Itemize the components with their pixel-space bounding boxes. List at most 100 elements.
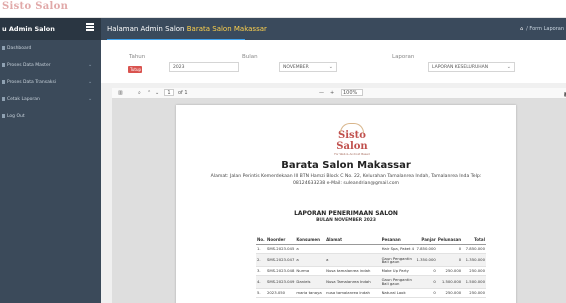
table-cell: maria tanaya: [295, 288, 326, 298]
chevron-down-icon: ⌄: [88, 79, 93, 85]
next-page-icon[interactable]: ⌄: [155, 90, 159, 96]
zoom-out-button[interactable]: —: [319, 90, 324, 96]
table-cell: 1.500.000: [436, 275, 463, 289]
dashboard-icon: [2, 46, 5, 50]
chevron-down-icon: ⌄: [506, 64, 511, 70]
col-total: Total: [462, 235, 486, 245]
laporan-select[interactable]: LAPORAN KESELURUHAN ⌄: [428, 62, 515, 72]
table-cell: 7.850.000: [415, 244, 437, 255]
tutup-button[interactable]: Tutup: [128, 66, 142, 73]
sidebar: u Admin Salon Dashboard Proses Data Mast…: [0, 18, 101, 303]
sidebar-toggle-icon[interactable]: ▥: [118, 90, 123, 96]
table-cell: a: [295, 253, 326, 267]
table-cell: Nusa tamalanrea indah: [325, 266, 381, 276]
table-row: 4. SMS.2023.049 Daniels Nusa Tamalanrea Ind…: [256, 275, 486, 289]
table-cell: 0: [415, 288, 437, 298]
report-subtitle: BULAN NOVEMBER 2023: [316, 218, 376, 223]
sidebar-title: u Admin Salon: [0, 18, 101, 40]
table-cell: 250.000: [462, 266, 486, 276]
transaction-icon: [2, 80, 5, 84]
table-cell: 2.: [256, 253, 266, 267]
table-cell: Natural Look: [380, 288, 416, 298]
report-address: Alamat: Jalan Perintis Kemerdekaan III B…: [210, 174, 482, 186]
report-salon-name: Barata Salon Makassar: [281, 160, 411, 171]
logout-icon: [2, 114, 5, 118]
zoom-select[interactable]: 100%: [341, 89, 363, 96]
pdf-viewer[interactable]: Sisto Salon For Web & Android Based Bara…: [112, 99, 566, 303]
brand-bar: Sisto Salon: [0, 0, 566, 18]
table-cell: SMS.2023.049: [265, 275, 296, 289]
table-cell: 4.: [256, 275, 266, 289]
filter-form: Tahun 2023 Bulan NOVEMBER ⌄ Laporan LAPOR…: [101, 40, 566, 83]
table-cell: nusa tamalanrea indah: [325, 288, 381, 298]
table-header-row: No. Noorder Konsumen Alamat Pesanan Panj…: [256, 235, 486, 245]
table-cell: 250.000: [436, 266, 463, 276]
tahun-label: Tahun: [129, 54, 146, 60]
sidebar-item-cetak-laporan[interactable]: Cetak Laporan ⌄: [0, 91, 101, 108]
table-cell: 0: [415, 266, 437, 276]
zoom-in-button[interactable]: +: [330, 90, 334, 96]
chevron-down-icon: ⌄: [88, 62, 93, 68]
breadcrumb: ⌂ / Form Laporan: [519, 26, 564, 32]
table-cell: Make Up Party: [380, 266, 416, 276]
page-number-input[interactable]: 1: [164, 89, 174, 96]
search-icon[interactable]: ⌕: [138, 90, 141, 96]
table-cell: 1.350.000: [462, 253, 486, 267]
table-cell: 1.: [256, 244, 266, 255]
prev-page-icon[interactable]: ⌃: [147, 90, 151, 96]
table-cell: Gaun Pengantin Bali gaun: [380, 253, 416, 267]
table-cell: 3.: [256, 266, 266, 276]
table-cell: Hair Spa, Paket 4: [380, 244, 416, 255]
database-icon: [2, 63, 5, 67]
table-cell: 1.500.000: [462, 275, 486, 289]
table-row: 3. SMS.2023.048 Nurma Nusa tamalanrea indah…: [256, 266, 486, 276]
tahun-input[interactable]: 2023: [169, 62, 239, 72]
col-pelunasan: Pelunasan: [436, 235, 463, 245]
report-title: LAPORAN PENERIMAAN SALON: [294, 210, 398, 217]
sidebar-item-data-master[interactable]: Proses Data Master ⌄: [0, 57, 101, 74]
pdf-toolbar: ▥ ⌕ ⌃ ⌄ 1 of 1 — + 100% I✎▣⎙▯: [112, 88, 566, 99]
table-cell: [325, 244, 381, 255]
col-pesanan: Pesanan: [380, 235, 416, 245]
table-cell: SMS.2023.045: [265, 244, 296, 255]
table-cell: Nurma: [295, 266, 326, 276]
col-panjar: Panjar: [415, 235, 437, 245]
home-icon[interactable]: ⌂: [520, 26, 523, 32]
brand-logo[interactable]: Sisto Salon: [2, 1, 68, 12]
table-cell: 0: [415, 275, 437, 289]
table-cell: 0: [436, 244, 463, 255]
col-noorder: Noorder: [265, 235, 296, 245]
chevron-down-icon: ⌄: [328, 64, 333, 70]
table-cell: Nusa Tamalanrea Indah: [325, 275, 381, 289]
col-alamat: Alamat: [325, 235, 381, 245]
page-title: Halaman Admin Salon Barata Salon Makassa…: [107, 25, 267, 33]
bulan-select[interactable]: NOVEMBER ⌄: [279, 62, 337, 72]
print-icon: [2, 97, 5, 101]
hamburger-menu-icon[interactable]: [86, 23, 94, 31]
table-cell: 250.000: [462, 288, 486, 298]
table-row: 1. SMS.2023.045 a Hair Spa, Paket 4 7.850.00…: [256, 244, 486, 255]
table-cell: 5.: [256, 288, 266, 298]
report-logo: Sisto Salon For Web & Android Based: [324, 123, 380, 156]
table-cell: a: [295, 244, 326, 255]
page-header: Halaman Admin Salon Barata Salon Makassa…: [101, 18, 566, 40]
table-cell: a: [325, 253, 381, 267]
table-cell: 0: [436, 253, 463, 267]
table-cell: 1.350.000: [415, 253, 437, 267]
report-table: No. Noorder Konsumen Alamat Pesanan Panj…: [256, 235, 486, 298]
page-total: of 1: [178, 90, 188, 96]
table-cell: 2023.050: [265, 288, 296, 298]
table-row: 5. 2023.050 maria tanaya nusa tamalanrea in…: [256, 288, 486, 298]
table-cell: 7.850.000: [462, 244, 486, 255]
sidebar-item-dashboard[interactable]: Dashboard: [0, 40, 101, 57]
chevron-down-icon: ⌄: [88, 96, 93, 102]
sidebar-item-logout[interactable]: Log Out: [0, 108, 101, 125]
table-cell: Daniels: [295, 275, 326, 289]
pdf-page: Sisto Salon For Web & Android Based Bara…: [176, 105, 516, 303]
table-cell: 250.000: [436, 288, 463, 298]
laporan-label: Laporan: [392, 54, 415, 60]
table-cell: SMS.2023.047: [265, 253, 296, 267]
sidebar-item-data-transaksi[interactable]: Proses Data Transaksi ⌄: [0, 74, 101, 91]
bulan-label: Bulan: [242, 54, 258, 60]
table-row: 2. SMS.2023.047 a a Gaun Pengantin Bali gaun…: [256, 253, 486, 267]
